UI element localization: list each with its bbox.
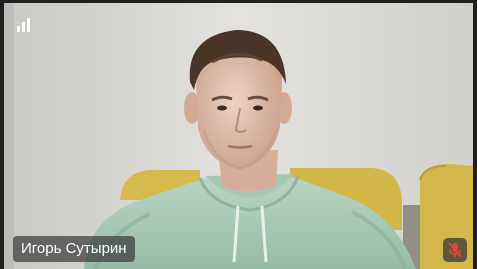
mic-muted-icon (448, 242, 462, 258)
mic-status-button[interactable] (443, 238, 467, 262)
participant-name-label: Игорь Сутырин (13, 236, 135, 262)
participant-video-tile[interactable]: Игорь Сутырин (0, 0, 477, 269)
participant-video-feed (0, 0, 477, 269)
signal-strength-icon (17, 18, 30, 32)
